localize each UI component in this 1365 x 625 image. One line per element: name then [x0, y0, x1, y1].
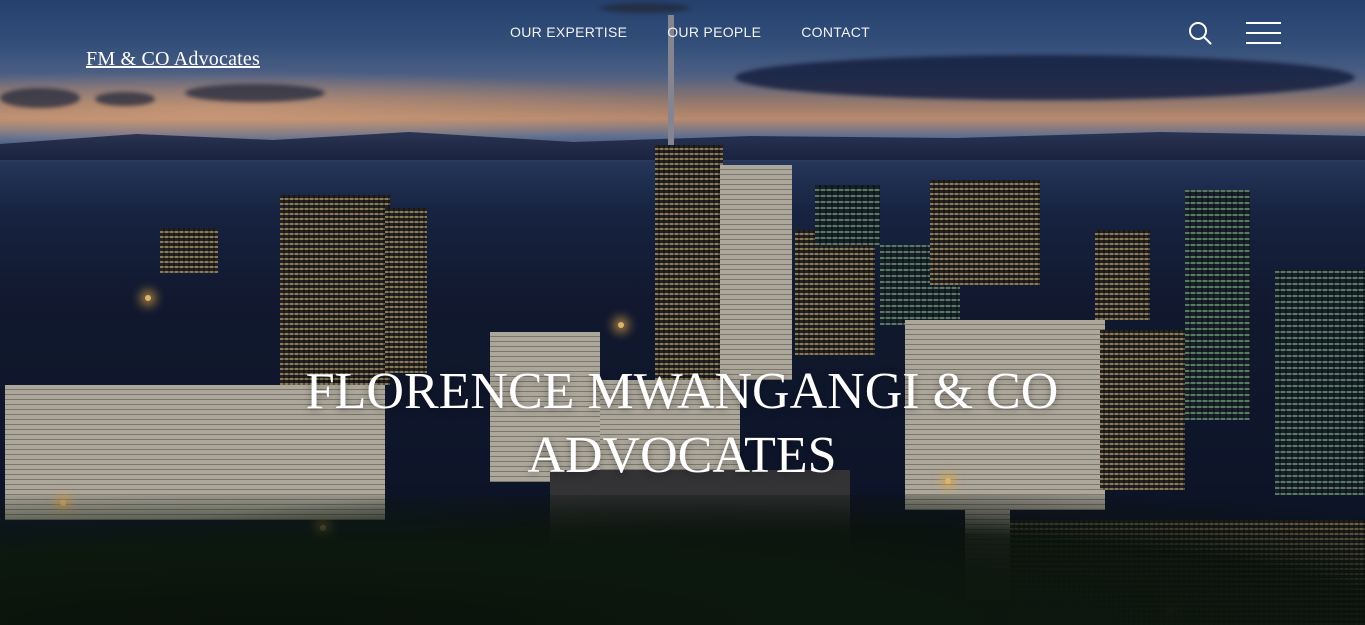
main-nav: OUR EXPERTISE OUR PEOPLE CONTACT [510, 24, 870, 40]
search-icon[interactable] [1188, 21, 1212, 45]
hero-section: FM & CO Advocates OUR EXPERTISE OUR PEOP… [0, 0, 1365, 625]
brand-logo-link[interactable]: FM & CO Advocates [86, 48, 260, 71]
hamburger-menu-icon[interactable] [1246, 22, 1282, 44]
hero-title: FLORENCE MWANGANGI & CO ADVOCATES [305, 363, 1059, 484]
nav-item-our-expertise[interactable]: OUR EXPERTISE [510, 24, 627, 40]
image-overlay [0, 0, 1365, 625]
nav-item-our-people[interactable]: OUR PEOPLE [667, 24, 761, 40]
nav-item-contact[interactable]: CONTACT [801, 24, 870, 40]
